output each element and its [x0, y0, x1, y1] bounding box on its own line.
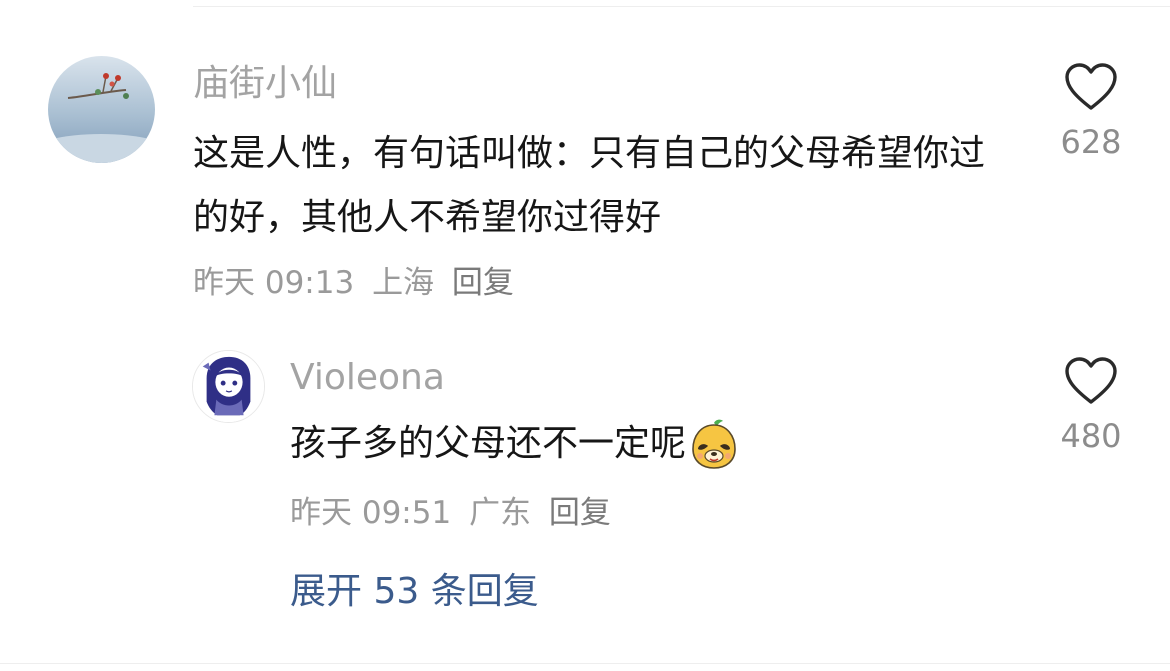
reply-button[interactable]: 回复 — [452, 265, 514, 301]
divider — [193, 6, 1170, 7]
like-count: 480 — [1060, 417, 1122, 455]
heart-icon — [1065, 357, 1117, 404]
comment-text-body: 孩子多的父母还不一定呢 — [290, 423, 687, 464]
like-button[interactable]: 480 — [1046, 356, 1136, 452]
like-button[interactable]: 628 — [1046, 62, 1136, 158]
reply-button[interactable]: 回复 — [549, 495, 611, 531]
like-count: 628 — [1060, 123, 1122, 161]
anime-girl-avatar-icon — [193, 351, 264, 422]
avatar[interactable] — [192, 350, 265, 423]
avatar[interactable] — [48, 56, 155, 163]
comment-meta: 昨天 09:13 上海 回复 — [193, 268, 522, 299]
comment-text: 这是人性，有句话叫做：只有自己的父母希望你过的好，其他人不希望你过得好 — [193, 133, 986, 238]
winter-branch-avatar-icon — [48, 56, 155, 163]
username[interactable]: 庙街小仙 — [193, 66, 337, 102]
comment-thread: 庙街小仙 这是人性，有句话叫做：只有自己的父母希望你过的好，其他人不希望你过得好… — [0, 0, 1170, 671]
comment-text: 孩子多的父母还不一定呢 — [290, 412, 990, 476]
username[interactable]: Violeona — [290, 360, 445, 396]
comment-time: 昨天 09:13 — [193, 265, 355, 301]
comment-location: 上海 — [372, 265, 435, 301]
smiling-pear-emoji-icon — [692, 419, 736, 469]
divider — [0, 663, 1170, 664]
heart-icon — [1065, 63, 1117, 110]
expand-replies-link[interactable]: 展开 53 条回复 — [290, 574, 539, 610]
comment-meta: 昨天 09:51 广东 回复 — [290, 498, 619, 529]
comment-time: 昨天 09:51 — [290, 495, 452, 531]
comment-location: 广东 — [469, 495, 532, 531]
